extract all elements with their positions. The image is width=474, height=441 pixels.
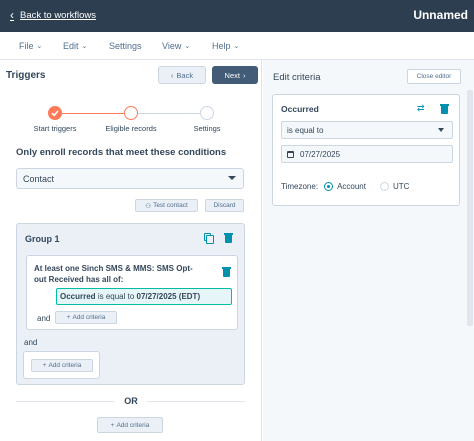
next-button-label: Next xyxy=(224,70,240,80)
condition-card[interactable]: At least one Sinch SMS & MMS: SMS Opt-ou… xyxy=(26,255,238,330)
menu-file[interactable]: File ⌄ xyxy=(19,41,42,51)
timezone-utc-radio[interactable] xyxy=(379,182,389,191)
back-to-workflows-link[interactable]: ‹ Back to workflows xyxy=(10,9,96,21)
add-criteria-bottom-button[interactable]: + Add criteria xyxy=(97,417,163,433)
add-criteria-label: Add criteria xyxy=(116,421,150,429)
timezone-account-radio[interactable] xyxy=(324,182,334,191)
close-editor-button[interactable]: Close editor xyxy=(407,69,461,84)
workflow-name[interactable]: Unnamed xyxy=(413,8,468,22)
condition-text: At least one Sinch SMS & MMS: SMS Opt-ou… xyxy=(34,264,193,284)
edit-criteria-panel: Edit criteria Close editor Occurred ⇄ is… xyxy=(263,60,474,441)
plus-icon: + xyxy=(42,362,47,369)
date-input[interactable]: 07/27/2025 xyxy=(281,145,453,163)
chevron-down-icon: ⌄ xyxy=(184,43,191,50)
chevron-left-icon: ‹ xyxy=(170,70,174,80)
add-criteria-label: Add criteria xyxy=(48,362,82,369)
test-contact-button[interactable]: ⚇ Test contact xyxy=(135,199,198,212)
menu-help-label: Help xyxy=(212,41,231,51)
triggers-panel: Triggers ‹ Back Next › Start triggers El… xyxy=(0,60,262,441)
criterion-chip[interactable]: Occurred is equal to 07/27/2025 (EDT) xyxy=(56,288,232,305)
group-title: Group 1 xyxy=(25,234,60,244)
menu-help[interactable]: Help ⌄ xyxy=(212,41,239,51)
menu-settings-label: Settings xyxy=(109,41,142,51)
step-label-eligible-records: Eligible records xyxy=(105,124,157,133)
plus-icon: + xyxy=(110,421,115,429)
discard-button[interactable]: Discard xyxy=(205,199,244,212)
enroll-conditions-title: Only enroll records that meet these cond… xyxy=(16,147,227,158)
step-connector-complete xyxy=(62,113,126,114)
test-contact-label: Test contact xyxy=(153,202,188,209)
criterion-editor-card: Occurred ⇄ is equal to 07/27/2025 Timezo… xyxy=(272,94,460,206)
chevron-right-icon: › xyxy=(242,70,246,80)
trash-icon[interactable] xyxy=(224,233,233,243)
chevron-down-icon: ⌄ xyxy=(36,43,43,50)
menu-view[interactable]: View ⌄ xyxy=(162,41,190,51)
copy-icon[interactable] xyxy=(204,233,214,244)
timezone-utc-label: UTC xyxy=(392,182,410,191)
filter-group: Group 1 At least one Sinch SMS & MMS: SM… xyxy=(16,223,245,385)
operator-select[interactable]: is equal to xyxy=(281,121,453,139)
step-eligible-records-dot[interactable] xyxy=(124,106,138,120)
menu-bar: File ⌄ Edit ⌄ Settings View ⌄ Help ⌄ xyxy=(0,32,474,60)
date-value: 07/27/2025 xyxy=(300,150,341,159)
step-start-triggers-dot[interactable] xyxy=(48,106,62,120)
person-icon: ⚇ xyxy=(145,202,152,210)
or-label: OR xyxy=(124,396,138,406)
triggers-title: Triggers xyxy=(6,70,46,81)
back-button[interactable]: ‹ Back xyxy=(158,66,206,84)
timezone-label: Timezone: xyxy=(281,182,319,191)
chevron-down-icon: ⌄ xyxy=(233,43,240,50)
trash-icon[interactable] xyxy=(222,267,231,277)
add-criteria-label: Add criteria xyxy=(72,314,106,321)
criterion-value: 07/27/2025 (EDT) xyxy=(136,292,201,301)
add-criteria-inner-button[interactable]: + Add criteria xyxy=(55,311,117,324)
step-connector-pending xyxy=(138,113,202,114)
criterion-property: Occurred xyxy=(60,292,96,301)
chevron-down-icon: ⌄ xyxy=(81,43,88,50)
object-type-value: Contact xyxy=(23,174,55,184)
operator-value: is equal to xyxy=(287,126,324,135)
discard-label: Discard xyxy=(213,202,236,209)
step-label-settings: Settings xyxy=(193,124,221,133)
checkmark-icon xyxy=(51,110,59,117)
calendar-icon xyxy=(287,151,294,158)
criterion-operator: is equal to xyxy=(97,292,135,301)
trash-icon[interactable] xyxy=(440,104,449,114)
and-label: and xyxy=(37,314,51,323)
next-button[interactable]: Next › xyxy=(212,66,258,84)
caret-down-icon xyxy=(228,176,236,180)
back-button-label: Back xyxy=(176,70,194,80)
edit-criteria-title: Edit criteria xyxy=(273,72,321,83)
chevron-left-icon: ‹ xyxy=(10,8,14,22)
object-type-select[interactable]: Contact xyxy=(16,168,244,189)
close-editor-label: Close editor xyxy=(416,73,452,80)
editor-property-name: Occurred xyxy=(281,104,319,114)
scrollbar[interactable] xyxy=(467,90,473,326)
back-to-workflows-label: Back to workflows xyxy=(20,9,97,21)
menu-view-label: View xyxy=(162,41,182,51)
timezone-account-label: Account xyxy=(337,182,366,191)
timezone-row: Timezone: Account UTC xyxy=(281,182,409,191)
top-bar: ‹ Back to workflows Unnamed xyxy=(0,0,474,32)
add-criteria-outer-card: + Add criteria xyxy=(23,351,100,379)
add-criteria-outer-button[interactable]: + Add criteria xyxy=(31,359,93,372)
and-outer-label: and xyxy=(24,338,38,347)
step-label-start-triggers: Start triggers xyxy=(33,124,77,133)
step-settings-dot[interactable] xyxy=(200,106,214,120)
swap-icon[interactable]: ⇄ xyxy=(417,103,425,114)
menu-edit[interactable]: Edit ⌄ xyxy=(63,41,87,51)
menu-edit-label: Edit xyxy=(63,41,79,51)
menu-settings[interactable]: Settings xyxy=(109,41,142,51)
menu-file-label: File xyxy=(19,41,34,51)
caret-down-icon xyxy=(438,128,444,132)
plus-icon: + xyxy=(66,314,71,321)
